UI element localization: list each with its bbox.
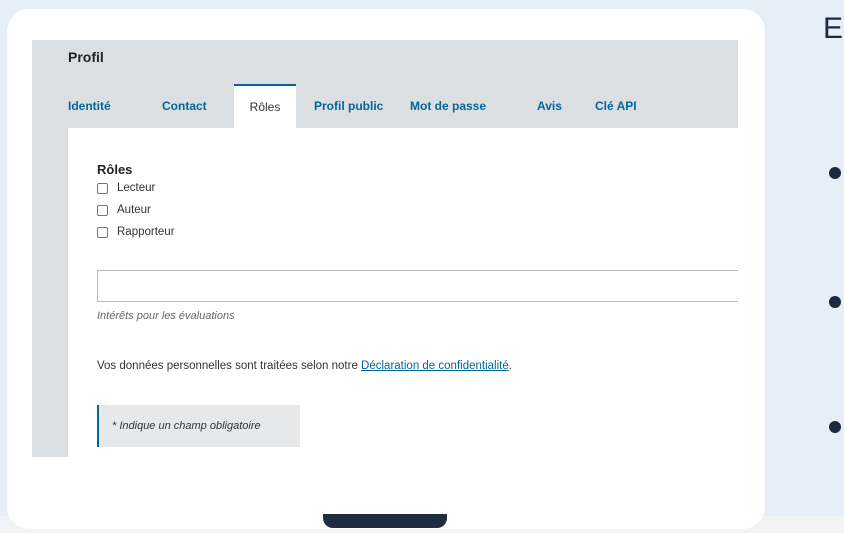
- tab-profil-public[interactable]: Profil public: [314, 84, 383, 128]
- required-field-note: * Indique un champ obligatoire: [97, 405, 300, 447]
- interests-input[interactable]: [97, 270, 738, 302]
- profile-tabs: Identité Contact Rôles Profil public Mot…: [68, 84, 738, 128]
- privacy-text: Vos données personnelles sont traitées s…: [97, 360, 362, 372]
- bullet-icon: [829, 167, 841, 179]
- tab-contact[interactable]: Contact: [162, 84, 207, 128]
- role-option-lecteur[interactable]: Lecteur: [97, 180, 155, 196]
- privacy-suffix: .: [508, 360, 512, 372]
- role-option-rapporteur[interactable]: Rapporteur: [97, 224, 175, 240]
- side-heading-partial: E: [823, 12, 844, 45]
- role-label: Auteur: [117, 204, 151, 216]
- role-option-auteur[interactable]: Auteur: [97, 202, 151, 218]
- page-title: Profil: [68, 49, 104, 65]
- tab-identite[interactable]: Identité: [68, 84, 111, 128]
- tab-avis[interactable]: Avis: [537, 84, 562, 128]
- privacy-statement: Vos données personnelles sont traitées s…: [97, 360, 512, 372]
- lecteur-checkbox[interactable]: [97, 182, 108, 194]
- roles-panel: Rôles Lecteur Auteur Rapporteur Intérêts…: [68, 128, 738, 457]
- tab-roles[interactable]: Rôles: [234, 84, 296, 128]
- role-label: Lecteur: [117, 182, 156, 194]
- auteur-checkbox[interactable]: [97, 204, 108, 216]
- rapporteur-checkbox[interactable]: [97, 226, 108, 238]
- role-label: Rapporteur: [117, 226, 175, 238]
- interests-label: Intérêts pour les évaluations: [97, 310, 235, 322]
- bullet-icon: [829, 296, 841, 308]
- tab-cle-api[interactable]: Clé API: [595, 84, 637, 128]
- roles-heading: Rôles: [97, 162, 133, 177]
- bullet-icon: [829, 421, 841, 433]
- laptop-foot: [323, 514, 447, 528]
- app-screen: Profil Identité Contact Rôles Profil pub…: [32, 40, 738, 457]
- tab-mot-de-passe[interactable]: Mot de passe: [410, 84, 486, 128]
- privacy-policy-link[interactable]: Déclaration de confidentialité: [361, 360, 509, 372]
